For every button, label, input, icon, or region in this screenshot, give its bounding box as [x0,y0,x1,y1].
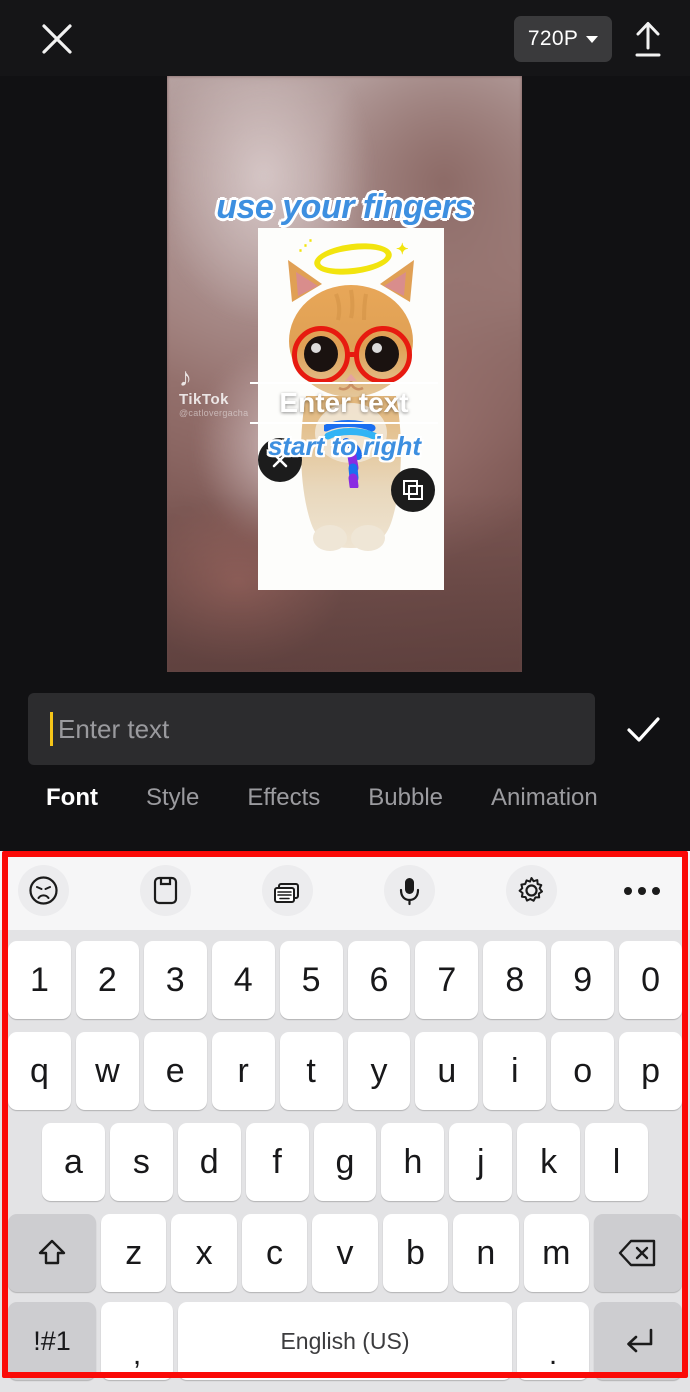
key-h[interactable]: h [381,1123,445,1201]
keyboard-switch-icon[interactable] [262,865,313,916]
key-0[interactable]: 0 [619,941,683,1019]
key-7[interactable]: 7 [415,941,479,1019]
dot-1 [623,886,632,895]
text-input-field[interactable]: Enter text [28,693,595,765]
text-input-placeholder: Enter text [58,713,170,744]
tiktok-brand-label: TikTok [179,391,229,408]
key-o[interactable]: o [551,1032,615,1110]
key-n[interactable]: n [453,1214,519,1292]
key-1[interactable]: 1 [8,941,71,1019]
clipboard-icon[interactable] [140,865,191,916]
text-overlay-box[interactable]: Enter text [250,382,438,424]
space-key[interactable]: English (US) [178,1302,512,1380]
resolution-button[interactable]: 720P [514,16,612,62]
dot-3 [651,886,660,895]
key-9[interactable]: 9 [551,941,615,1019]
key-8[interactable]: 8 [483,941,547,1019]
text-cursor [50,712,53,746]
top-bar: 720P [0,0,690,76]
keyboard-row-asdf: a s d f g h j k l [0,1120,690,1204]
key-x[interactable]: x [171,1214,237,1292]
on-screen-keyboard: 1 2 3 4 5 6 7 8 9 0 q w e r t y u i o p … [0,851,690,1392]
key-j[interactable]: j [449,1123,513,1201]
key-m[interactable]: m [523,1214,589,1292]
key-w[interactable]: w [75,1032,139,1110]
chevron-down-icon [586,35,599,43]
key-k[interactable]: k [517,1123,581,1201]
comma-key[interactable]: , [101,1302,173,1380]
upload-icon[interactable] [626,16,670,62]
key-3[interactable]: 3 [143,941,207,1019]
backspace-delete-icon[interactable] [593,1214,682,1292]
editor-tabs: Font Style Effects Bubble Animation [22,784,622,812]
keyboard-row-qwerty: q w e r t y u i o p [0,1029,690,1113]
key-y[interactable]: y [347,1032,411,1110]
keyboard-row-zxcv: z x c v b n m [0,1211,690,1295]
red-glasses-right-lens [354,326,412,384]
key-a[interactable]: a [42,1123,105,1201]
enter-return-icon[interactable] [594,1302,682,1380]
key-g[interactable]: g [313,1123,377,1201]
keyboard-toolbar [0,851,690,930]
key-e[interactable]: e [143,1032,207,1110]
symbols-key[interactable]: !#1 [8,1302,96,1380]
keyboard-key-rows: 1 2 3 4 5 6 7 8 9 0 q w e r t y u i o p … [0,930,690,1392]
keyboard-row-digits: 1 2 3 4 5 6 7 8 9 0 [0,938,690,1022]
emoji-sad-face-icon[interactable] [18,865,69,916]
key-2[interactable]: 2 [75,941,139,1019]
key-v[interactable]: v [312,1214,378,1292]
key-l[interactable]: l [585,1123,649,1201]
key-5[interactable]: 5 [279,941,343,1019]
key-4[interactable]: 4 [211,941,275,1019]
sparkle-icon-right: ✦ [396,241,409,258]
overflow-menu-icon[interactable] [616,865,667,916]
tiktok-watermark: ♪ TikTok @catlovergacha [179,364,259,418]
key-b[interactable]: b [382,1214,449,1292]
tab-bubble[interactable]: Bubble [344,784,467,812]
caption-top-text: use your fingers [216,188,473,226]
key-u[interactable]: u [415,1032,479,1110]
red-glasses-bridge [347,352,357,357]
confirm-check-icon[interactable] [620,706,666,752]
key-q[interactable]: q [8,1032,71,1110]
period-key[interactable]: . [517,1302,589,1380]
text-input-zone: Enter text Font Style Effects Bubble Ani… [0,672,690,851]
tiktok-text-editor-screen: 720P use your fingers ⋰ ✦ ♪ TikTok @catl… [0,0,690,1392]
key-c[interactable]: c [241,1214,308,1292]
keyboard-row-bottom: !#1 , English (US) . [0,1302,690,1386]
settings-gear-icon[interactable] [506,865,557,916]
dot-2 [637,886,646,895]
close-icon[interactable] [36,18,78,60]
tiktok-note-icon: ♪ [179,362,192,392]
key-f[interactable]: f [245,1123,309,1201]
resolution-label: 720P [527,27,579,50]
caption-bottom-text: start to right [267,431,422,461]
key-z[interactable]: z [101,1214,167,1292]
key-d[interactable]: d [177,1123,241,1201]
key-6[interactable]: 6 [347,941,411,1019]
tab-font[interactable]: Font [22,784,122,812]
red-glasses-left-lens [292,326,350,384]
shift-arrow-icon[interactable] [8,1214,96,1292]
key-s[interactable]: s [109,1123,173,1201]
key-i[interactable]: i [483,1032,547,1110]
tab-effects[interactable]: Effects [223,784,344,812]
sparkle-icon-left: ⋰ [298,237,313,254]
key-t[interactable]: t [279,1032,343,1110]
key-r[interactable]: r [211,1032,275,1110]
overlay-bottom-rule [250,422,438,424]
tab-style[interactable]: Style [122,784,223,812]
tab-animation[interactable]: Animation [467,784,622,812]
microphone-icon[interactable] [384,865,435,916]
overlay-duplicate-icon[interactable] [391,468,435,512]
overlay-text-label: Enter text [279,387,409,418]
tiktok-username-label: @catlovergacha [179,408,249,418]
key-p[interactable]: p [619,1032,683,1110]
video-preview[interactable]: use your fingers ⋰ ✦ ♪ TikTok @catloverg… [167,76,522,672]
